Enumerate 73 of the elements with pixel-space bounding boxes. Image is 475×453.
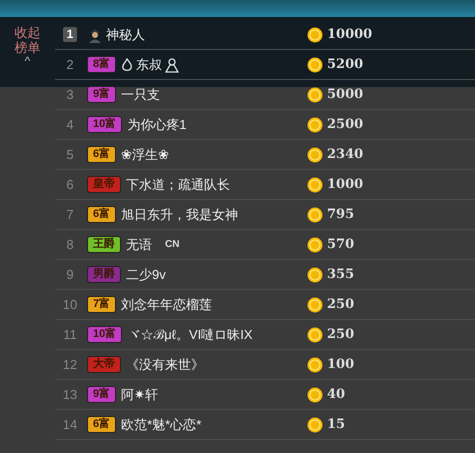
user-name: 一只支: [121, 86, 160, 104]
collapse-ranking-button[interactable]: 收起榜单: [14, 25, 42, 55]
user-name: 神秘人: [106, 26, 145, 44]
rank-number: 7: [66, 206, 74, 224]
rank-number: 11: [63, 326, 77, 344]
score: 100: [327, 356, 354, 374]
rank-badge: 10富: [87, 326, 122, 343]
rank-badge: 6富: [87, 146, 116, 163]
user-name: 阿✷轩: [121, 386, 158, 404]
score: 40: [327, 386, 346, 404]
coin-icon: [307, 266, 323, 282]
score: 5000: [327, 86, 364, 104]
coin-icon: [307, 56, 323, 72]
user-name: 《没有来世》: [126, 356, 204, 374]
rank-badge: 皇帝: [87, 176, 121, 193]
caret-icon: ^: [24, 55, 30, 67]
rank-badge: 10富: [87, 116, 122, 133]
user-name: 二少9v: [126, 266, 166, 284]
rank-number: 1: [62, 27, 78, 42]
coin-icon: [307, 326, 323, 342]
score: 795: [327, 206, 354, 224]
rank-number: 2: [66, 56, 74, 74]
user-name: 无语: [126, 236, 152, 254]
rank-number: 12: [62, 356, 78, 374]
rank-number: 8: [66, 236, 74, 254]
coin-icon: [307, 356, 323, 372]
coin-icon: [307, 296, 323, 312]
rank-badge: 王爵: [87, 236, 121, 253]
user-name: 为你心疼1: [127, 116, 186, 134]
rank-number: 4: [66, 116, 74, 134]
coin-icon: [307, 236, 323, 252]
rank-number: 13: [62, 386, 78, 404]
score: 10000: [327, 26, 372, 44]
coin-icon: [307, 116, 323, 132]
score: 355: [327, 266, 354, 284]
rank-number: 9: [66, 266, 74, 284]
user-name: 旭日东升，我是女神: [121, 206, 238, 224]
rank-badge: 6富: [87, 206, 116, 223]
score: 5200: [327, 56, 364, 74]
rank-badge: 8富: [87, 56, 116, 73]
score: 2340: [327, 146, 364, 164]
user-name: 东叔: [136, 56, 162, 74]
user-name: ヾ☆ℬμℓ。VI嗹ロ昧IX: [127, 326, 253, 344]
coin-icon: [307, 416, 323, 432]
score: 570: [327, 236, 354, 254]
rank-badge: 男爵: [87, 266, 121, 283]
rank-badge: 6富: [87, 416, 116, 433]
rank-number: 5: [66, 146, 74, 164]
coin-icon: [307, 86, 323, 102]
score: 2500: [327, 116, 364, 134]
rank-badge: 9富: [87, 386, 116, 403]
user-name: 欧范*魅*心恋*: [121, 416, 202, 434]
rank-number: 3: [66, 86, 74, 104]
rank-number: 6: [66, 176, 74, 194]
avatar-icon: [87, 26, 103, 42]
score: 250: [327, 326, 354, 344]
coin-icon: [307, 206, 323, 222]
rank-badge: 9富: [87, 86, 116, 103]
user-name: 下水道；疏通队长: [126, 176, 230, 194]
coin-icon: [307, 26, 323, 42]
rank-badge: 7富: [87, 296, 116, 313]
user-name: ❀浮生❀: [121, 146, 170, 164]
name-suffix: CN: [165, 238, 180, 252]
rank-number: 14: [62, 416, 78, 434]
rank-badge: 大帝: [87, 356, 121, 373]
score: 15: [327, 416, 346, 434]
score: 250: [327, 296, 354, 314]
rank-number: 10: [62, 296, 78, 314]
coin-icon: [307, 146, 323, 162]
coin-icon: [307, 386, 323, 402]
coin-icon: [307, 176, 323, 192]
score: 1000: [327, 176, 364, 194]
user-name: 刘念年年恋榴莲: [121, 296, 212, 314]
